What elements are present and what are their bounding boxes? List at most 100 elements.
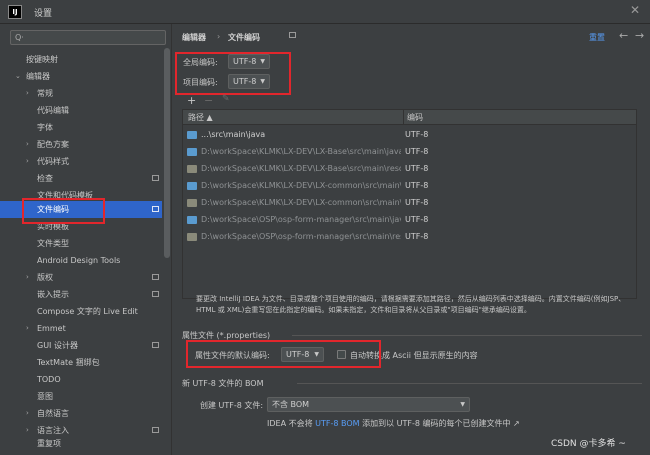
encoding-description: 要更改 IntelliJ IDEA 为文件、目录或整个项目使用的编码，请根据需要… [196, 294, 646, 316]
sidebar-item-keymap[interactable]: 按键映射 [0, 51, 162, 68]
sidebar-item-inspections[interactable]: 检查 [0, 170, 162, 187]
column-divider [403, 110, 404, 125]
close-icon[interactable]: ✕ [630, 3, 640, 17]
row-path: D:\workSpace\KLMK\LX-DEV\LX-Base\src\mai… [201, 164, 401, 173]
annotation-box [175, 52, 291, 95]
resources-folder-icon [187, 165, 197, 173]
sidebar-item-inlay-hints[interactable]: 嵌入提示 [0, 286, 162, 303]
sidebar-item-label: 配色方案 [37, 140, 69, 149]
table-row[interactable]: D:\workSpace\KLMK\LX-DEV\LX-Base\src\mai… [183, 144, 636, 161]
file-encodings-panel: 编辑器 › 文件编码 重置 ← → 全局编码: UTF-8 ▼ 项目编码: UT… [172, 24, 650, 455]
table-row[interactable]: D:\workSpace\KLMK\LX-DEV\LX-common\src\m… [183, 178, 636, 195]
table-row[interactable]: D:\workSpace\KLMK\LX-DEV\LX-common\src\m… [183, 195, 636, 212]
breadcrumb-editor[interactable]: 编辑器 [182, 32, 206, 43]
row-encoding[interactable]: UTF-8 [405, 232, 428, 241]
sidebar-item-textmate-bundles[interactable]: TextMate 捆绑包 [0, 354, 162, 371]
sidebar-item-font[interactable]: 字体 [0, 119, 162, 136]
csdn-watermark: CSDN @卡多希 ~ [551, 439, 626, 449]
sidebar-item-general[interactable]: › 常规 [0, 85, 162, 102]
folder-icon [187, 182, 197, 190]
chevron-down-icon[interactable]: ⌄ [15, 68, 21, 85]
sidebar-item-file-types[interactable]: 文件类型 [0, 235, 162, 252]
table-row[interactable]: D:\workSpace\OSP\osp-form-manager\src\ma… [183, 229, 636, 246]
project-scope-icon [152, 206, 159, 212]
project-scope-icon [289, 32, 296, 38]
table-row[interactable]: D:\workSpace\OSP\osp-form-manager\src\ma… [183, 212, 636, 229]
chevron-right-icon[interactable]: › [26, 320, 29, 337]
sidebar-item-color-scheme[interactable]: › 配色方案 [0, 136, 162, 153]
table-row[interactable]: ...\src\main\java UTF-8 [183, 127, 636, 144]
bom-note: IDEA 不会将 UTF-8 BOM 添加到以 UTF-8 编码的每个已创建文件… [267, 418, 520, 429]
settings-sidebar: Q· 按键映射 ⌄ 编辑器 › 常规 代码编辑 字体 › 配色方案 › 代码样式… [0, 24, 172, 455]
sidebar-item-label: 版权 [37, 273, 53, 282]
sidebar-item-emmet[interactable]: › Emmet [0, 320, 162, 337]
sidebar-item-intentions[interactable]: 意图 [0, 388, 162, 405]
search-icon: Q· [15, 33, 24, 42]
sidebar-item-label: Android Design Tools [37, 256, 121, 265]
row-path: ...\src\main\java [201, 130, 266, 139]
resources-folder-icon [187, 233, 197, 241]
sidebar-item-label: Compose 文字的 Live Edit [37, 307, 138, 316]
chevron-right-icon[interactable]: › [26, 405, 29, 422]
sidebar-item-label: 嵌入提示 [37, 290, 69, 299]
remove-icon[interactable]: − [204, 94, 213, 107]
sidebar-scrollbar[interactable] [164, 48, 170, 258]
column-header-path[interactable]: 路径 ▲ [188, 112, 213, 123]
row-encoding[interactable]: UTF-8 [405, 215, 428, 224]
sidebar-item-label: 自然语言 [37, 409, 69, 418]
create-utf8-bom-select[interactable]: 不含 BOM ▼ [267, 397, 470, 412]
breadcrumb-separator: › [217, 32, 221, 41]
table-header: 路径 ▲ 编码 [183, 110, 636, 125]
row-path: D:\workSpace\KLMK\LX-DEV\LX-common\src\m… [201, 198, 401, 207]
section-divider [292, 335, 642, 336]
sidebar-item-code-style[interactable]: › 代码样式 [0, 153, 162, 170]
title-bar: IJ 设置 ✕ [0, 0, 650, 24]
path-encoding-table: 路径 ▲ 编码 ...\src\main\java UTF-8 D:\workS… [182, 109, 637, 299]
sidebar-item-label: 字体 [37, 123, 53, 132]
sidebar-item-todo[interactable]: TODO [0, 371, 162, 388]
row-path: D:\workSpace\OSP\osp-form-manager\src\ma… [201, 232, 401, 241]
sidebar-item-android-design-tools[interactable]: Android Design Tools [0, 252, 162, 269]
bom-note-suffix: 添加到以 UTF-8 编码的每个已创建文件中 ↗ [362, 419, 520, 428]
project-scope-icon [152, 427, 159, 433]
resources-folder-icon [187, 199, 197, 207]
sidebar-item-code-editing[interactable]: 代码编辑 [0, 102, 162, 119]
chevron-right-icon[interactable]: › [26, 85, 29, 102]
bom-note-prefix: IDEA 不会将 [267, 419, 313, 428]
chevron-right-icon[interactable]: › [26, 153, 29, 170]
sidebar-item-gui-designer[interactable]: GUI 设计器 [0, 337, 162, 354]
add-icon[interactable]: + [187, 94, 196, 107]
sidebar-item-label: 意图 [37, 392, 53, 401]
sidebar-item-label: TextMate 捆绑包 [37, 358, 100, 367]
sidebar-item-label: 文件类型 [37, 239, 69, 248]
sidebar-item-copyright[interactable]: › 版权 [0, 269, 162, 286]
breadcrumb-file-encodings: 文件编码 [228, 33, 260, 42]
chevron-right-icon[interactable]: › [26, 136, 29, 153]
sidebar-item-label: 代码编辑 [37, 106, 69, 115]
project-scope-icon [152, 274, 159, 280]
forward-arrow-icon[interactable]: → [635, 29, 644, 42]
row-encoding[interactable]: UTF-8 [405, 198, 428, 207]
row-path: D:\workSpace\OSP\osp-form-manager\src\ma… [201, 215, 401, 224]
sidebar-item-duplicates[interactable]: 重复项 [0, 435, 162, 452]
column-header-encoding[interactable]: 编码 [407, 112, 423, 123]
chevron-right-icon[interactable]: › [26, 269, 29, 286]
reset-button[interactable]: 重置 [589, 32, 605, 43]
utf8-bom-link[interactable]: UTF-8 BOM [315, 419, 359, 428]
sidebar-item-natural-languages[interactable]: › 自然语言 [0, 405, 162, 422]
row-encoding[interactable]: UTF-8 [405, 130, 428, 139]
back-arrow-icon[interactable]: ← [619, 29, 628, 42]
table-row[interactable]: D:\workSpace\KLMK\LX-DEV\LX-Base\src\mai… [183, 161, 636, 178]
sidebar-item-label: 代码样式 [37, 157, 69, 166]
description-line: HTML 或 XML)会重写您在此指定的编码。如果未指定，文件和目录将从父目录或… [196, 306, 531, 314]
folder-icon [187, 216, 197, 224]
sidebar-item-compose-live-edit[interactable]: Compose 文字的 Live Edit [0, 303, 162, 320]
folder-icon [187, 131, 197, 139]
row-encoding[interactable]: UTF-8 [405, 181, 428, 190]
sidebar-item-editor[interactable]: ⌄ 编辑器 [0, 68, 162, 85]
row-encoding[interactable]: UTF-8 [405, 164, 428, 173]
settings-search-input[interactable]: Q· [10, 30, 166, 45]
row-encoding[interactable]: UTF-8 [405, 147, 428, 156]
edit-icon[interactable]: ✎ [222, 94, 230, 104]
sidebar-item-label: GUI 设计器 [37, 341, 78, 350]
